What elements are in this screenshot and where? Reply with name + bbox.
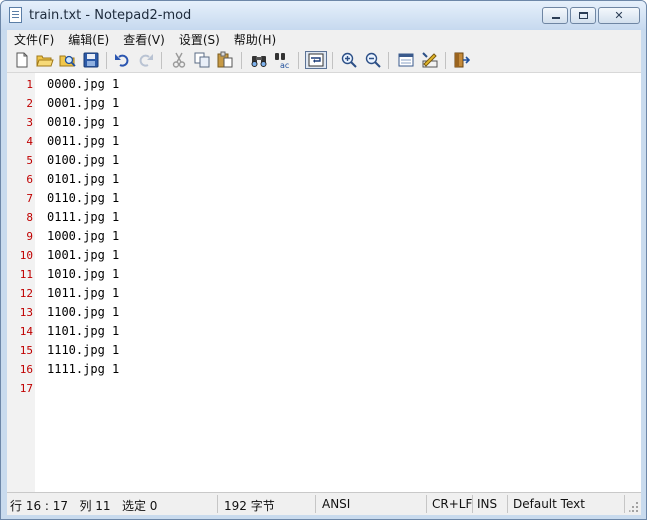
new-icon[interactable]	[13, 51, 31, 69]
text-line[interactable]: 1011.jpg 1	[47, 286, 119, 300]
status-encoding[interactable]: ANSI	[322, 497, 350, 511]
text-line[interactable]: 0011.jpg 1	[47, 134, 119, 148]
toolbar-separator	[388, 52, 389, 69]
minimize-button[interactable]	[542, 7, 568, 24]
line-number: 2	[26, 97, 33, 110]
line-number: 5	[26, 154, 33, 167]
status-separator	[217, 495, 218, 513]
menu-bar: 文件(F) 编辑(E) 查看(V) 设置(S) 帮助(H)	[7, 30, 641, 48]
text-line[interactable]: 0110.jpg 1	[47, 191, 119, 205]
text-line[interactable]: 1010.jpg 1	[47, 267, 119, 281]
window-controls: ✕	[540, 7, 640, 24]
replace-icon[interactable]: ac	[274, 51, 292, 69]
status-separator	[426, 495, 427, 513]
status-size: 192 字节	[224, 499, 275, 513]
scheme-icon[interactable]	[397, 51, 415, 69]
toolbar-separator	[332, 52, 333, 69]
toolbar-separator	[106, 52, 107, 69]
maximize-button[interactable]	[570, 7, 596, 24]
text-line[interactable]: 1111.jpg 1	[47, 362, 119, 376]
line-number: 8	[26, 211, 33, 224]
close-icon: ✕	[614, 9, 624, 22]
text-line[interactable]: 0001.jpg 1	[47, 96, 119, 110]
text-line[interactable]: 0111.jpg 1	[47, 210, 119, 224]
text-line[interactable]: 0101.jpg 1	[47, 172, 119, 186]
menu-file[interactable]: 文件(F)	[7, 31, 61, 48]
status-separator	[472, 495, 473, 513]
toolbar-separator	[241, 52, 242, 69]
line-number: 14	[19, 325, 33, 338]
status-position: 行 16 : 17 列 11 选定 0	[10, 499, 158, 513]
text-line[interactable]: 0100.jpg 1	[47, 153, 119, 167]
zoom-in-icon[interactable]	[340, 51, 358, 69]
exit-icon[interactable]	[452, 51, 470, 69]
resize-grip-icon[interactable]	[629, 501, 639, 513]
line-number: 15	[19, 344, 33, 357]
copy-icon[interactable]	[193, 51, 211, 69]
line-number: 16	[19, 363, 33, 376]
menu-settings[interactable]: 设置(S)	[172, 31, 227, 48]
line-number: 6	[26, 173, 33, 186]
zoom-out-icon[interactable]	[364, 51, 382, 69]
status-separator	[315, 495, 316, 513]
text-line[interactable]: 1101.jpg 1	[47, 324, 119, 338]
cut-icon[interactable]	[170, 51, 188, 69]
open-icon[interactable]	[36, 51, 54, 69]
status-separator	[507, 495, 508, 513]
browse-icon[interactable]	[59, 51, 77, 69]
close-button[interactable]: ✕	[598, 7, 640, 24]
toolbar: ac	[7, 48, 641, 73]
word-wrap-button[interactable]	[305, 51, 327, 69]
status-bar: 行 16 : 17 列 11 选定 0 192 字节 ANSI CR+LF IN…	[7, 492, 641, 515]
line-number: 11	[19, 268, 33, 281]
paste-icon[interactable]	[216, 51, 234, 69]
status-scheme[interactable]: Default Text	[513, 497, 585, 511]
word-wrap-icon	[308, 53, 324, 67]
redo-icon[interactable]	[137, 51, 155, 69]
text-line[interactable]: 1000.jpg 1	[47, 229, 119, 243]
toolbar-separator	[161, 52, 162, 69]
customize-icon[interactable]	[421, 51, 439, 69]
undo-icon[interactable]	[113, 51, 131, 69]
text-line[interactable]: 1100.jpg 1	[47, 305, 119, 319]
line-number: 9	[26, 230, 33, 243]
line-number: 12	[19, 287, 33, 300]
toolbar-separator	[445, 52, 446, 69]
find-icon[interactable]	[250, 51, 268, 69]
line-number: 4	[26, 135, 33, 148]
line-number: 10	[19, 249, 33, 262]
svg-text:ac: ac	[280, 61, 289, 69]
line-number: 1	[26, 78, 33, 91]
line-number: 13	[19, 306, 33, 319]
notepad-app-icon	[9, 7, 22, 23]
title-bar[interactable]: train.txt - Notepad2-mod ✕	[1, 1, 646, 30]
toolbar-separator	[298, 52, 299, 69]
text-line[interactable]: 1001.jpg 1	[47, 248, 119, 262]
notepad-window: train.txt - Notepad2-mod ✕ 文件(F) 编辑(E) 查…	[0, 0, 647, 520]
save-icon[interactable]	[82, 51, 100, 69]
maximize-icon	[579, 12, 588, 19]
text-line[interactable]: 0000.jpg 1	[47, 77, 119, 91]
line-number: 7	[26, 192, 33, 205]
text-line[interactable]: 1110.jpg 1	[47, 343, 119, 357]
menu-view[interactable]: 查看(V)	[116, 31, 172, 48]
status-insert-mode: INS	[477, 497, 498, 511]
menu-help[interactable]: 帮助(H)	[227, 31, 283, 48]
minimize-icon	[552, 17, 560, 19]
line-number: 3	[26, 116, 33, 129]
text-editor[interactable]: 1 0000.jpg 1 2 0001.jpg 1 3 0010.jpg 1 4 0011.j…	[7, 73, 641, 492]
menu-edit[interactable]: 编辑(E)	[61, 31, 116, 48]
status-separator	[624, 495, 625, 513]
line-number: 17	[19, 382, 33, 395]
text-line[interactable]: 0010.jpg 1	[47, 115, 119, 129]
window-title: train.txt - Notepad2-mod	[29, 8, 192, 23]
status-line-ending[interactable]: CR+LF	[432, 497, 472, 511]
